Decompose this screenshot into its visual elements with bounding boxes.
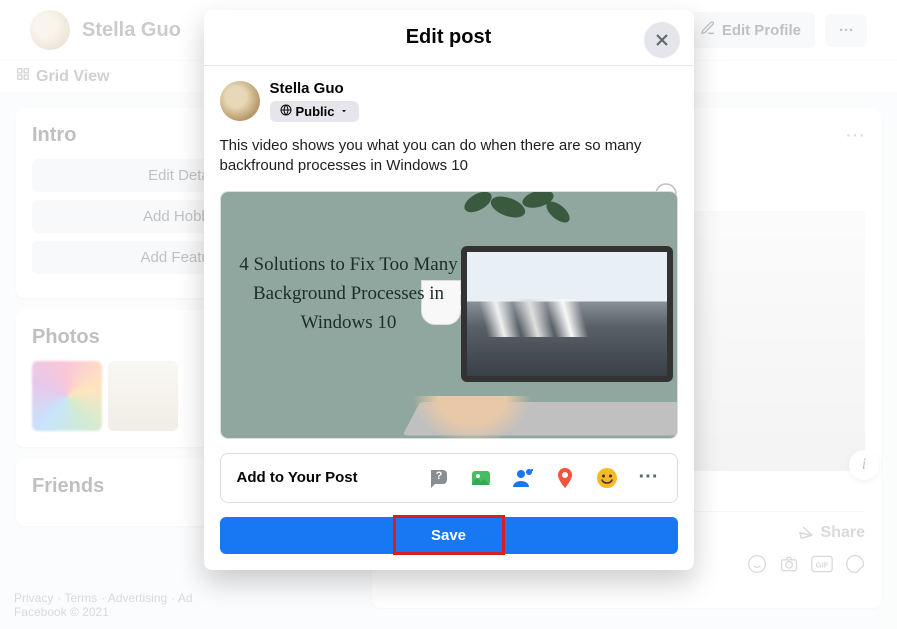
close-icon[interactable]: [644, 22, 680, 58]
edit-post-modal: Edit post Stella Guo Public This vid: [204, 10, 694, 570]
privacy-selector[interactable]: Public: [270, 101, 359, 122]
composer-header: Stella Guo Public: [220, 80, 678, 122]
media-image[interactable]: 4 Solutions to Fix Too Many Background P…: [221, 192, 677, 438]
unknown-addon-icon[interactable]: ?: [427, 466, 451, 490]
more-addon-icon[interactable]: ···: [637, 466, 661, 490]
add-to-post-label: Add to Your Post: [237, 469, 358, 486]
photo-video-icon[interactable]: [469, 466, 493, 490]
save-label: Save: [431, 527, 466, 544]
feeling-icon[interactable]: [595, 466, 619, 490]
caret-down-icon: [339, 104, 349, 119]
svg-text:?: ?: [435, 470, 442, 482]
post-text[interactable]: This video shows you what you can do whe…: [220, 136, 678, 177]
save-button[interactable]: Save: [220, 517, 678, 554]
tag-people-icon[interactable]: [511, 466, 535, 490]
composer-author: Stella Guo: [270, 80, 359, 97]
add-to-post-row: Add to Your Post ? ···: [220, 453, 678, 503]
modal-header: Edit post: [204, 10, 694, 66]
media-preview: 4 Solutions to Fix Too Many Background P…: [220, 191, 678, 439]
modal-title: Edit post: [406, 26, 492, 49]
composer-avatar[interactable]: [220, 81, 260, 121]
location-icon[interactable]: [553, 466, 577, 490]
privacy-label: Public: [296, 104, 335, 119]
globe-icon: [280, 104, 292, 119]
hands-decor: [412, 396, 532, 439]
media-caption: 4 Solutions to Fix Too Many Background P…: [239, 250, 459, 338]
